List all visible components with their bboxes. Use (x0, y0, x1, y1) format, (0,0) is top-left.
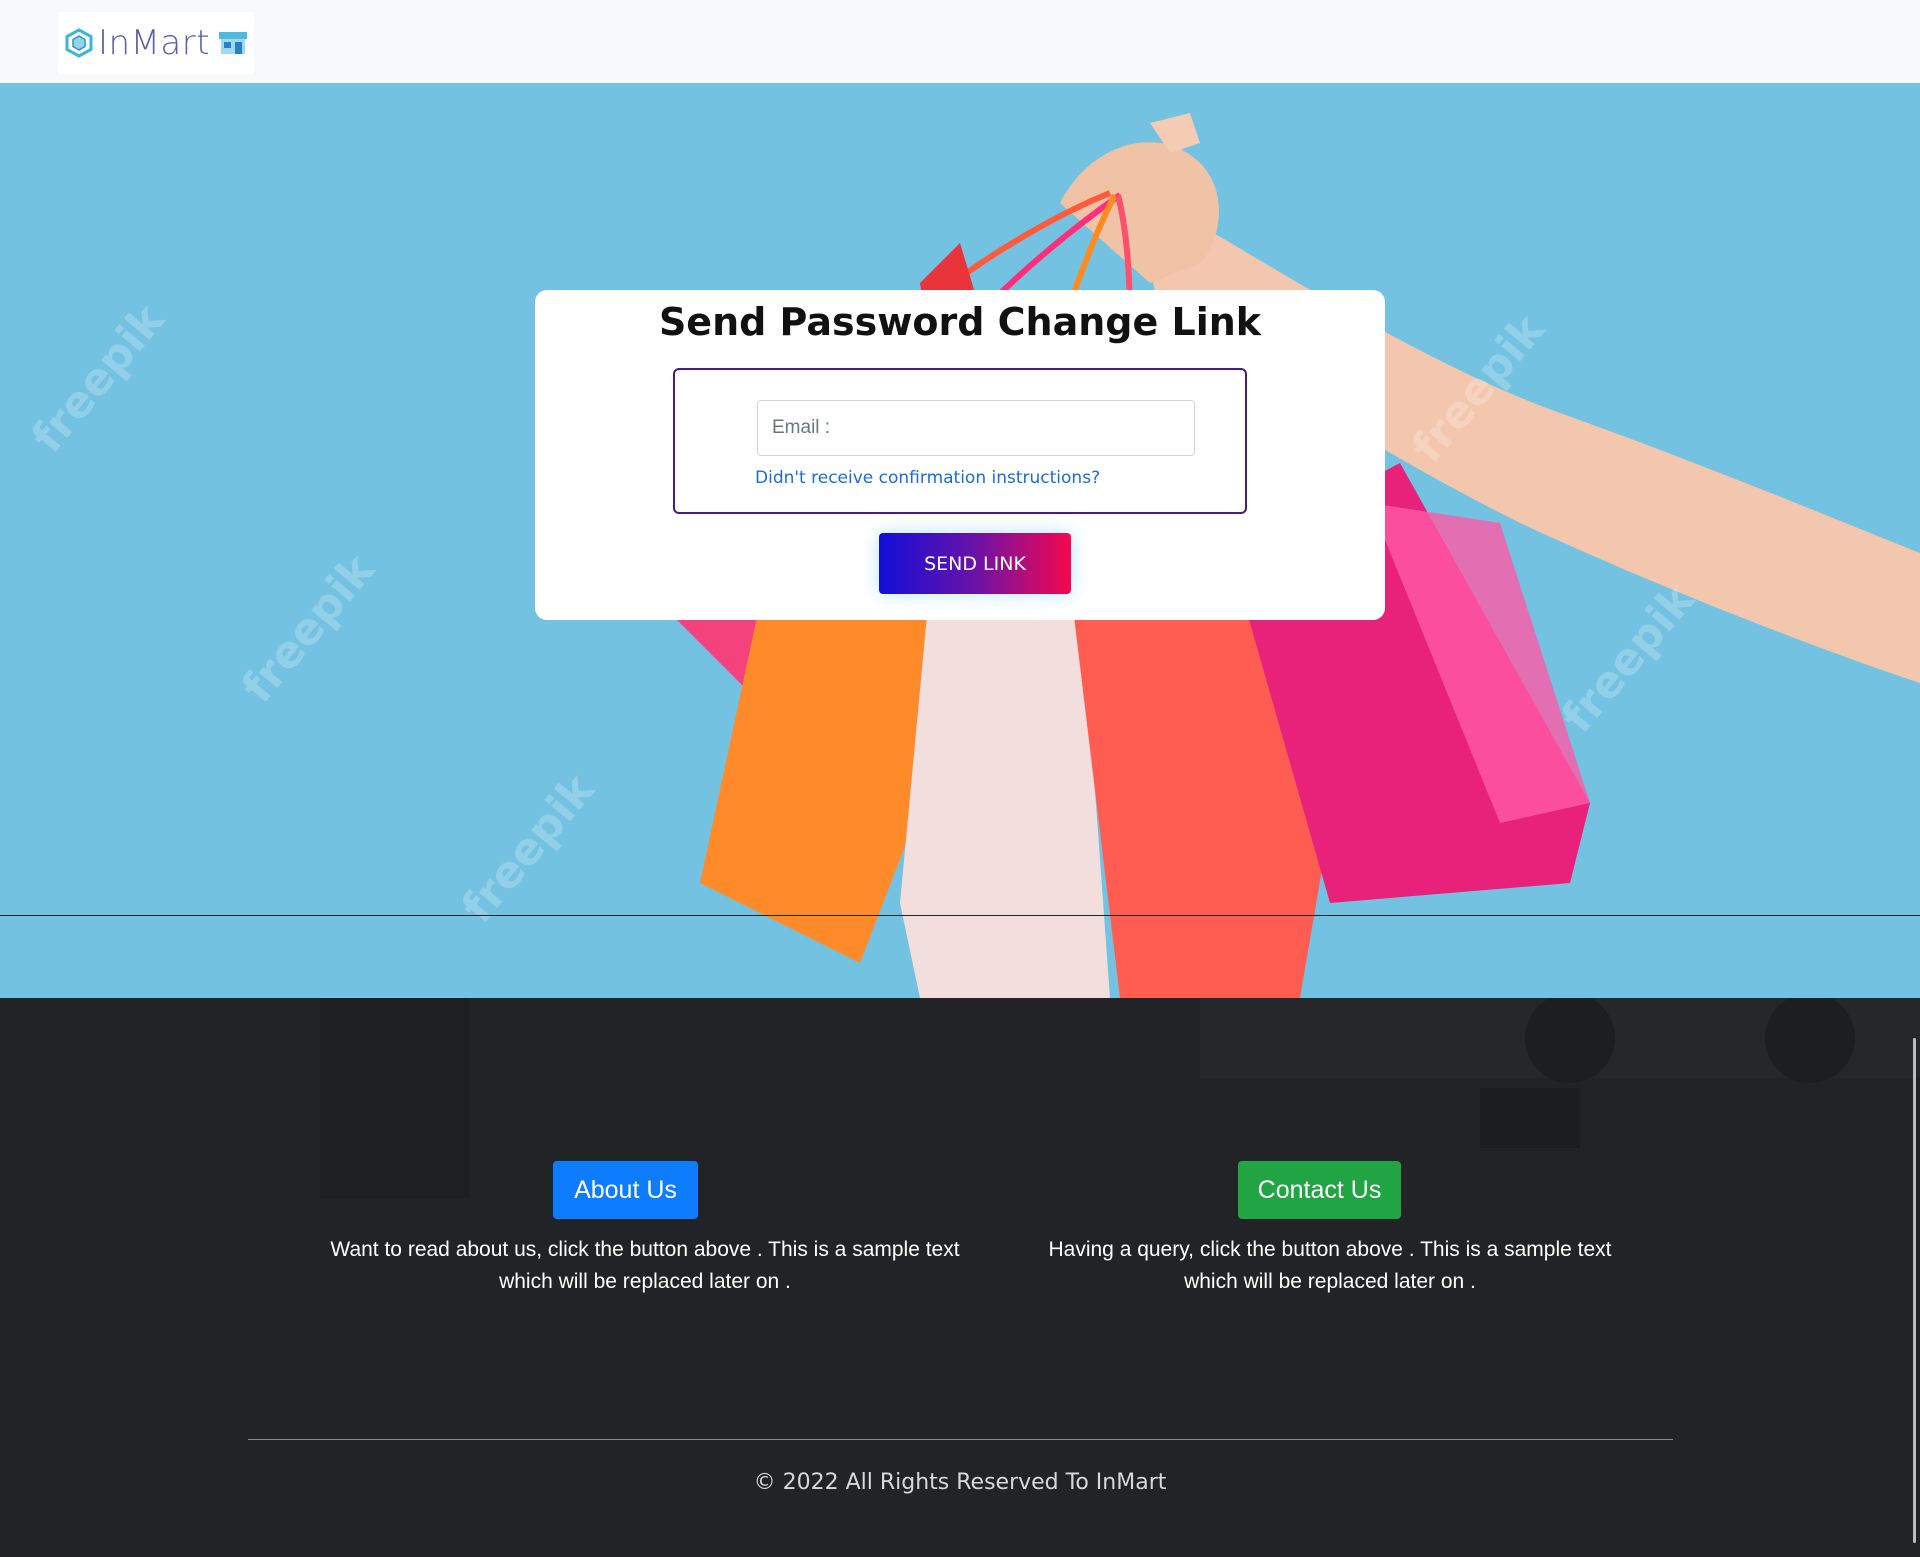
contact-us-button[interactable]: Contact Us (1238, 1161, 1401, 1219)
cube-icon (65, 28, 93, 58)
footer: About Us Want to read about us, click th… (0, 998, 1920, 1557)
navbar: InMart (0, 0, 1920, 83)
email-form-box: Didn't receive confirmation instructions… (673, 368, 1247, 514)
copyright-text: © 2022 All Rights Reserved To InMart (753, 1470, 1167, 1495)
send-link-button[interactable]: SEND LINK (879, 533, 1071, 594)
scrollbar[interactable] (1913, 1038, 1916, 1543)
email-field[interactable] (757, 400, 1195, 456)
store-icon (219, 32, 248, 54)
password-reset-card: Send Password Change Link Didn't receive… (535, 290, 1385, 620)
footer-divider (248, 1439, 1673, 1440)
brand-name: InMart (98, 23, 211, 63)
hero-divider (0, 915, 1920, 916)
about-description: Want to read about us, click the button … (330, 1238, 960, 1293)
brand-logo-link[interactable]: InMart (58, 12, 255, 74)
contact-description: Having a query, click the button above .… (1048, 1238, 1612, 1293)
about-us-button[interactable]: About Us (553, 1161, 698, 1219)
page-title: Send Password Change Link (658, 300, 1262, 344)
confirmation-instructions-link[interactable]: Didn't receive confirmation instructions… (755, 468, 1100, 488)
